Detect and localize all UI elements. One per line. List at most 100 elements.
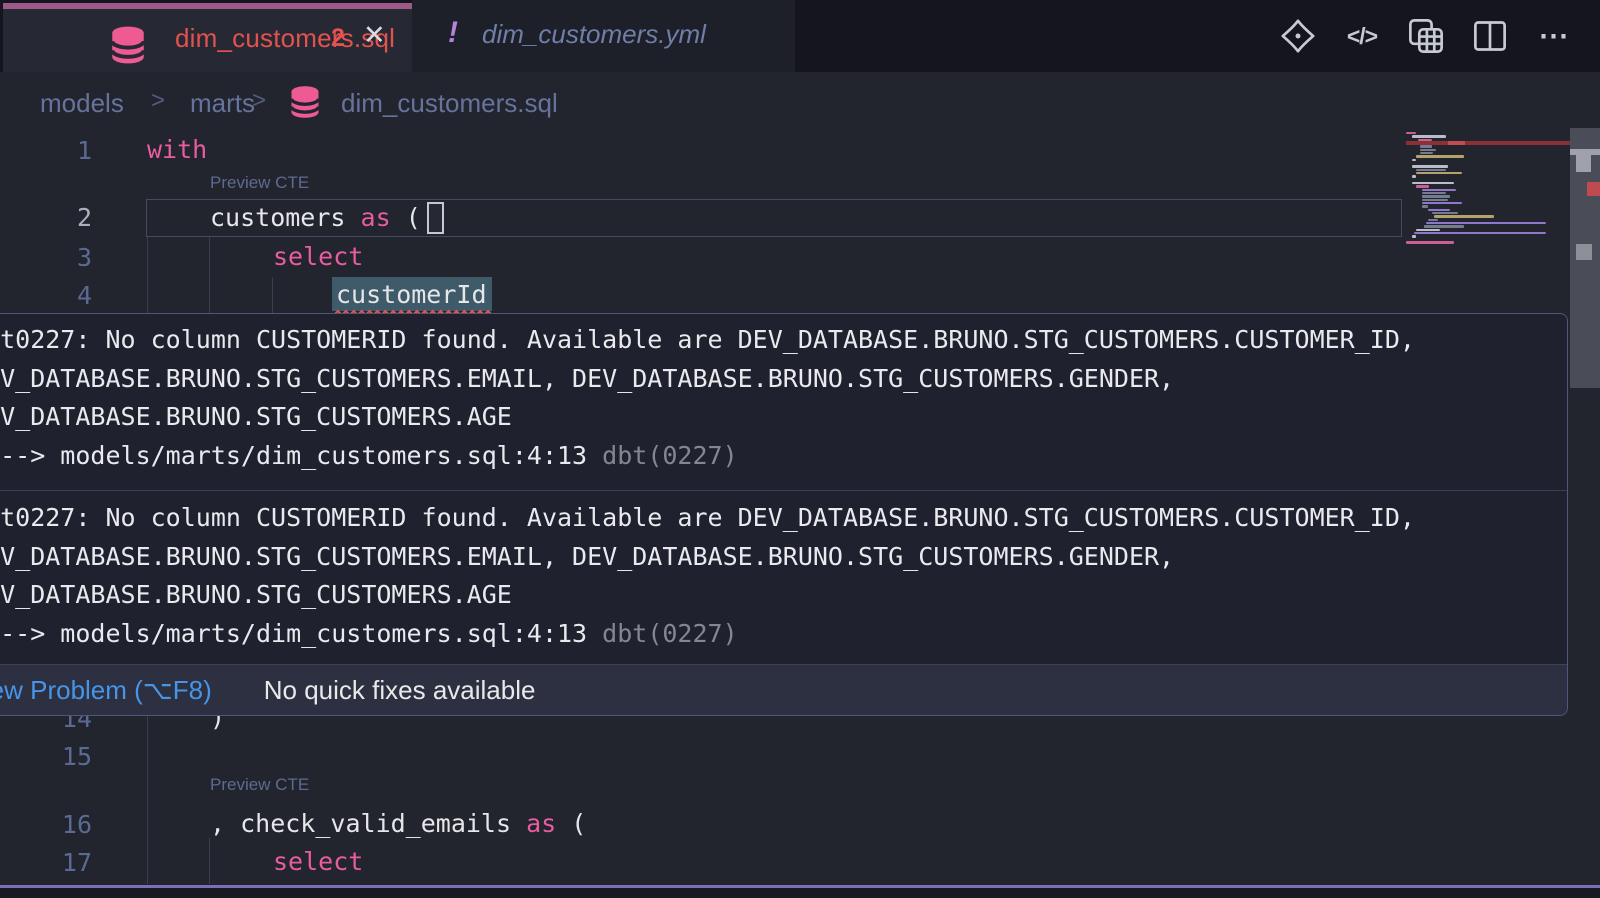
dbt-power-user-icon[interactable] — [1278, 16, 1318, 56]
query-results-icon[interactable] — [1406, 16, 1446, 56]
minimap-code-line — [1412, 165, 1448, 167]
identifier-token: , check_valid_emails — [210, 809, 511, 838]
scrollbar-thumb[interactable] — [1570, 128, 1600, 388]
tab-bar: dim_customers.sql 2 ✕ ! dim_customers.ym… — [0, 0, 1600, 72]
diagnostic-message: dbt0227: No column CUSTOMERID found. Ava… — [0, 321, 1567, 475]
line-number: 1 — [0, 136, 92, 165]
split-editor-icon[interactable] — [1470, 16, 1510, 56]
code-line-4[interactable]: customerId — [336, 279, 487, 310]
minimap-code-line — [1416, 229, 1440, 231]
minimap-code-line — [1420, 145, 1432, 147]
minimap-code-line — [1416, 169, 1446, 171]
code-editor[interactable]: 1 with Preview CTE 2 customers as ( 3 se… — [0, 131, 1600, 885]
minimap-code-line — [1422, 195, 1450, 197]
minimap-code-line — [1406, 241, 1454, 243]
more-actions-icon[interactable]: ⋯ — [1534, 16, 1574, 56]
indent-guide — [147, 716, 148, 884]
minimap-code-line — [1422, 199, 1448, 201]
minimap-code-line — [1406, 132, 1416, 134]
breadcrumb-item-models[interactable]: models — [40, 88, 124, 119]
minimap-code-line — [1432, 212, 1458, 214]
compiled-code-icon[interactable]: </> — [1342, 16, 1382, 56]
minimap-code-line — [1416, 155, 1464, 157]
minimap-code-line — [1412, 175, 1416, 177]
keyword-token: as — [361, 203, 391, 232]
line-number: 15 — [0, 742, 92, 771]
minimap-code-line — [1416, 172, 1462, 174]
minimap-code-line — [1422, 202, 1462, 204]
code-lens-preview-cte[interactable]: Preview CTE — [210, 173, 309, 193]
code-line-17[interactable]: select — [273, 846, 363, 877]
hover-status-bar: View Problem (⌥F8) No quick fixes availa… — [0, 664, 1567, 715]
identifier-token: customers — [210, 203, 345, 232]
line-number: 17 — [0, 848, 92, 877]
diagnostic-text: DEV_DATABASE.BRUNO.STG_CUSTOMERS.EMAIL, … — [0, 538, 1567, 577]
chevron-right-icon: > — [252, 87, 266, 115]
code-lens-preview-cte[interactable]: Preview CTE — [210, 775, 309, 795]
minimap-code-line — [1420, 149, 1436, 151]
code-line-16[interactable]: , check_valid_emails as ( — [210, 808, 586, 839]
keyword-token: select — [273, 847, 363, 876]
minimap-code-line — [1428, 209, 1450, 211]
indent-guide — [147, 237, 148, 315]
minimap-code-line — [1412, 135, 1446, 137]
diagnostic-text: dbt0227: No column CUSTOMERID found. Ava… — [0, 499, 1567, 538]
minimap-code-line — [1424, 225, 1464, 227]
warning-exclamation-icon: ! — [448, 16, 458, 50]
overview-mark — [1576, 244, 1592, 260]
line-number: 16 — [0, 810, 92, 839]
view-problem-link[interactable]: View Problem (⌥F8) — [0, 675, 212, 706]
diagnostic-location: --> models/marts/dim_customers.sql:4:13 — [0, 615, 587, 654]
minimap-code-line — [1416, 185, 1429, 187]
error-identifier-token: customerId — [336, 280, 487, 309]
diagnostic-message: dbt0227: No column CUSTOMERID found. Ava… — [0, 499, 1567, 653]
tab-problem-count-badge: 2 — [331, 24, 345, 53]
minimap-code-line — [1434, 215, 1494, 217]
no-quick-fixes-text: No quick fixes available — [264, 675, 536, 706]
editor-actions: </> ⋯ — [1278, 0, 1574, 72]
diagnostic-text: DEV_DATABASE.BRUNO.STG_CUSTOMERS.AGE — [0, 398, 1567, 437]
keyword-token: select — [273, 242, 363, 271]
indent-guide — [272, 277, 273, 315]
close-icon[interactable]: ✕ — [363, 20, 386, 51]
line-number: 4 — [0, 281, 92, 310]
minimap-code-line — [1412, 235, 1416, 237]
chevron-right-icon: > — [151, 87, 165, 115]
tab-dim-customers-sql[interactable]: dim_customers.sql 2 ✕ — [3, 3, 412, 72]
line-number-active: 2 — [0, 203, 92, 232]
diagnostic-hover-popup: dbt0227: No column CUSTOMERID found. Ava… — [0, 313, 1568, 716]
line-number: 3 — [0, 243, 92, 272]
bracket-token: ( — [406, 203, 421, 232]
minimap-code-line — [1420, 152, 1433, 154]
database-icon — [107, 24, 149, 71]
indent-guide — [209, 838, 210, 884]
minimap-error-line — [1406, 141, 1570, 145]
keyword-token: with — [147, 135, 207, 164]
tab-label: dim_customers.yml — [482, 19, 706, 50]
minimap-code-line — [1422, 192, 1446, 194]
minimap-code-line — [1428, 219, 1438, 221]
divider — [0, 490, 1567, 491]
database-icon — [287, 84, 323, 125]
text-cursor — [427, 202, 444, 234]
diagnostic-text: DEV_DATABASE.BRUNO.STG_CUSTOMERS.EMAIL, … — [0, 360, 1567, 399]
panel-divider — [0, 885, 1600, 888]
overview-mark — [1576, 155, 1591, 172]
minimap-code-line — [1412, 182, 1454, 184]
indent-guide — [209, 237, 210, 315]
code-line-2[interactable]: customers as ( — [210, 202, 421, 233]
code-line-1[interactable]: with — [147, 134, 207, 165]
breadcrumb-item-file[interactable]: dim_customers.sql — [341, 88, 558, 119]
diagnostic-text: DEV_DATABASE.BRUNO.STG_CUSTOMERS.AGE — [0, 576, 1567, 615]
diagnostic-source-code: dbt(0227) — [587, 441, 738, 470]
breadcrumb-item-marts[interactable]: marts — [190, 88, 255, 119]
breadcrumb: models > marts > dim_customers.sql — [0, 72, 1600, 131]
overview-error-mark — [1587, 182, 1600, 196]
tab-dim-customers-yml[interactable]: ! dim_customers.yml — [412, 0, 795, 72]
code-line-3[interactable]: select — [273, 241, 363, 272]
minimap-code-line — [1414, 232, 1546, 234]
diagnostic-location: --> models/marts/dim_customers.sql:4:13 — [0, 437, 587, 476]
diagnostic-text: dbt0227: No column CUSTOMERID found. Ava… — [0, 321, 1567, 360]
minimap-code-line — [1422, 189, 1456, 191]
minimap-code-line — [1422, 205, 1428, 207]
